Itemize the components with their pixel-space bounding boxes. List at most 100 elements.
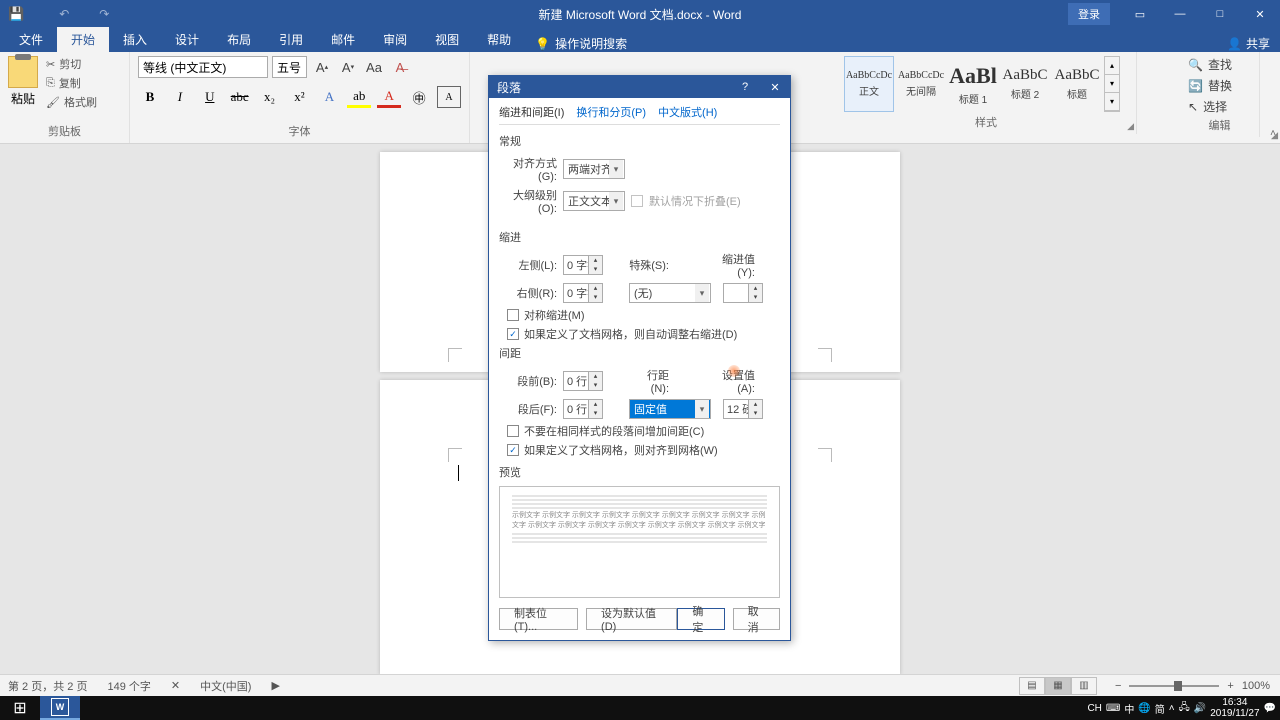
tab-home[interactable]: 开始 <box>57 27 109 52</box>
style-h1[interactable]: AaBl标题 1 <box>948 56 998 112</box>
tell-me-search[interactable]: 💡 操作说明搜索 <box>535 35 627 52</box>
select-button[interactable]: ↖选择 <box>1188 98 1251 115</box>
clear-format-icon[interactable]: A̶ <box>389 56 411 78</box>
font-size-combo[interactable] <box>272 56 307 78</box>
find-button[interactable]: 🔍查找 <box>1188 56 1251 73</box>
start-button[interactable]: ⊞ <box>0 696 40 720</box>
tray-network-icon[interactable]: 🖧 <box>1179 700 1190 717</box>
highlight-icon[interactable]: ab <box>347 86 371 108</box>
proofing-icon[interactable]: ✕ <box>171 679 180 692</box>
dialog-close-button[interactable]: ✕ <box>760 76 790 98</box>
zoom-slider[interactable] <box>1129 685 1219 687</box>
alignment-combo[interactable]: 两端对齐▾ <box>563 159 625 179</box>
right-indent-spinner[interactable]: 0 字符▴▾ <box>563 283 603 303</box>
style-h2[interactable]: AaBbC标题 2 <box>1000 56 1050 112</box>
tray-ime-lang[interactable]: CH <box>1087 703 1101 714</box>
style-gallery-more[interactable]: ▴▾▾ <box>1104 56 1120 112</box>
shrink-font-icon[interactable]: A▾ <box>337 56 359 78</box>
cut-button[interactable]: ✂剪切 <box>46 56 97 72</box>
tray-notifications-icon[interactable]: 💬 <box>1264 703 1276 714</box>
font-name-combo[interactable] <box>138 56 268 78</box>
ok-button[interactable]: 确定 <box>677 608 724 630</box>
text-effects-icon[interactable]: A <box>317 86 341 108</box>
grid-align-checkbox[interactable]: ✓ <box>507 444 519 456</box>
read-mode-icon[interactable]: ▤ <box>1019 677 1045 695</box>
before-spinner[interactable]: 0 行▴▾ <box>563 371 603 391</box>
font-color-button[interactable]: A <box>377 86 401 108</box>
tray-chevron-icon[interactable]: ˄ <box>1169 703 1175 714</box>
style-title[interactable]: AaBbC标题 <box>1052 56 1102 112</box>
grow-font-icon[interactable]: A▴ <box>311 56 333 78</box>
dlg-tab-asian[interactable]: 中文版式(H) <box>658 104 717 120</box>
tray-volume-icon[interactable]: 🔊 <box>1194 703 1206 714</box>
page-status[interactable]: 第 2 页，共 2 页 <box>8 678 87 694</box>
line-spacing-combo[interactable]: 固定值▾ <box>629 399 711 419</box>
tray-ime-mode[interactable]: 中 <box>1124 701 1134 716</box>
same-style-checkbox[interactable] <box>507 425 519 437</box>
style-nospace[interactable]: AaBbCcDc无间隔 <box>896 56 946 112</box>
print-layout-icon[interactable]: ▦ <box>1045 677 1071 695</box>
zoom-in-button[interactable]: + <box>1227 680 1233 692</box>
outline-combo[interactable]: 正文文本▾ <box>563 191 625 211</box>
styles-launcher-icon[interactable]: ◢ <box>1127 121 1134 132</box>
superscript-button[interactable]: x² <box>288 86 312 108</box>
login-button[interactable]: 登录 <box>1068 3 1110 25</box>
indent-amt-spinner[interactable]: ▴▾ <box>723 283 763 303</box>
subscript-button[interactable]: x₂ <box>258 86 282 108</box>
dialog-titlebar[interactable]: 段落 ? ✕ <box>489 76 790 98</box>
replace-button[interactable]: 🔄替换 <box>1188 77 1251 94</box>
minimize-button[interactable]: — <box>1160 0 1200 28</box>
cancel-button[interactable]: 取消 <box>733 608 780 630</box>
grid-indent-checkbox[interactable]: ✓ <box>507 328 519 340</box>
tab-insert[interactable]: 插入 <box>109 27 161 52</box>
tab-view[interactable]: 视图 <box>421 27 473 52</box>
tab-design[interactable]: 设计 <box>161 27 213 52</box>
tab-mail[interactable]: 邮件 <box>317 27 369 52</box>
maximize-button[interactable]: □ <box>1200 0 1240 28</box>
change-case-icon[interactable]: Aa <box>363 56 385 78</box>
collapse-ribbon-icon[interactable]: ˄ <box>1270 128 1276 139</box>
tab-review[interactable]: 审阅 <box>369 27 421 52</box>
close-button[interactable]: ✕ <box>1240 0 1280 28</box>
after-spinner[interactable]: 0 行▴▾ <box>563 399 603 419</box>
macro-icon[interactable]: ▶ <box>271 679 279 692</box>
help-button[interactable]: ? <box>730 76 760 98</box>
save-icon[interactable]: 💾 <box>8 6 24 22</box>
phonetic-icon[interactable]: ㊥ <box>407 86 431 108</box>
language-status[interactable]: 中文(中国) <box>200 678 251 694</box>
set-default-button[interactable]: 设为默认值(D) <box>586 608 677 630</box>
redo-icon[interactable]: ↷ <box>99 7 109 21</box>
tray-clock[interactable]: 16:34 2019/11/27 <box>1210 697 1259 719</box>
dlg-tab-pagination[interactable]: 换行和分页(P) <box>576 104 646 120</box>
tray-ime-simp[interactable]: 简 <box>1155 701 1165 716</box>
char-border-icon[interactable]: A <box>437 86 461 108</box>
tab-help[interactable]: 帮助 <box>473 27 525 52</box>
format-painter-button[interactable]: 🖌格式刷 <box>46 94 97 110</box>
bold-button[interactable]: B <box>138 86 162 108</box>
paste-button[interactable]: 粘贴 <box>8 56 38 110</box>
italic-button[interactable]: I <box>168 86 192 108</box>
word-count[interactable]: 149 个字 <box>107 678 150 694</box>
share-button[interactable]: 👤 共享 <box>1227 35 1270 52</box>
strike-button[interactable]: abc <box>228 86 252 108</box>
tab-layout[interactable]: 布局 <box>213 27 265 52</box>
task-word[interactable]: W <box>40 696 80 720</box>
tray-ime-punct[interactable]: 🌐 <box>1138 703 1150 714</box>
left-indent-spinner[interactable]: 0 字符▴▾ <box>563 255 603 275</box>
undo-icon[interactable]: ↶ <box>59 7 69 21</box>
special-combo[interactable]: (无)▾ <box>629 283 711 303</box>
style-normal[interactable]: AaBbCcDc正文 <box>844 56 894 112</box>
tray-keyboard-icon[interactable]: ⌨ <box>1106 703 1120 714</box>
web-layout-icon[interactable]: ▥ <box>1071 677 1097 695</box>
underline-button[interactable]: U <box>198 86 222 108</box>
zoom-out-button[interactable]: − <box>1115 680 1121 692</box>
ribbon-display-icon[interactable]: ▭ <box>1120 0 1160 28</box>
zoom-level[interactable]: 100% <box>1242 680 1270 692</box>
mirror-checkbox[interactable] <box>507 309 519 321</box>
at-spinner[interactable]: 12 磅▴▾ <box>723 399 763 419</box>
dlg-tab-indent[interactable]: 缩进和间距(I) <box>499 104 564 120</box>
tab-references[interactable]: 引用 <box>265 27 317 52</box>
tab-file[interactable]: 文件 <box>5 27 57 52</box>
tabs-button[interactable]: 制表位(T)... <box>499 608 578 630</box>
copy-button[interactable]: ⎘复制 <box>46 75 97 91</box>
